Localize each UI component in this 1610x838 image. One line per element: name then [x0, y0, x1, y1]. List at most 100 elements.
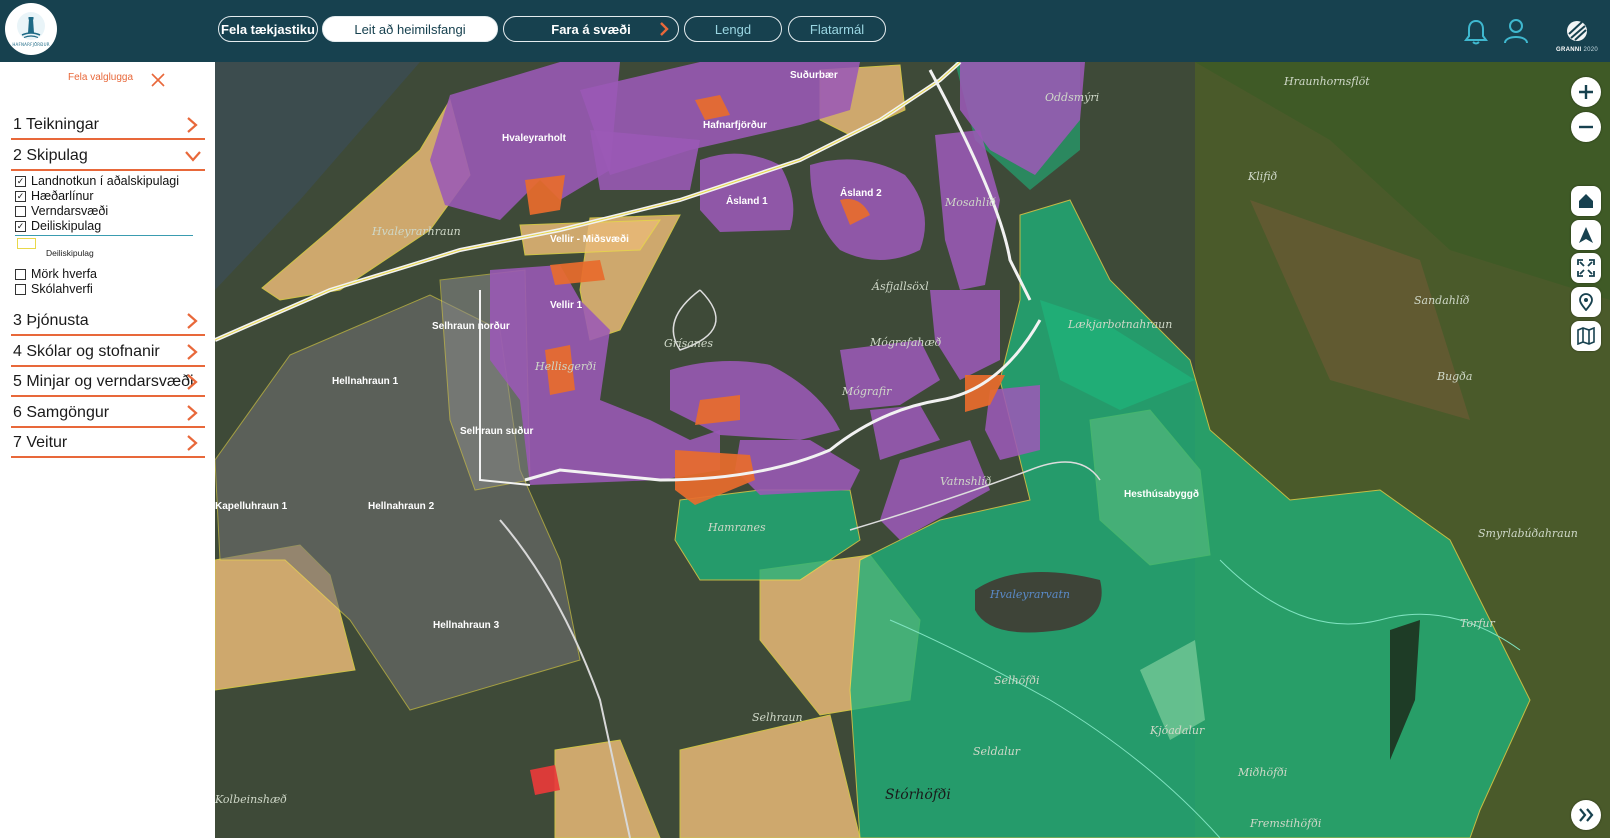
menu-item-samgongur[interactable]: 6 Samgöngur [11, 401, 205, 428]
layer-label: Deiliskipulag [31, 219, 102, 233]
user-icon[interactable] [1503, 18, 1529, 44]
measure-area-button[interactable]: Flatarmál [788, 16, 886, 42]
residential-zone [590, 130, 700, 190]
chevron-down-icon [185, 151, 201, 162]
place-name: Lækjarbotnahraun [1067, 318, 1172, 331]
basemap-button[interactable] [1571, 321, 1601, 351]
municipality-logo[interactable]: HAFNARFJÖRÐUR [5, 3, 57, 55]
chevron-right-icon [187, 344, 198, 360]
zoom-in-button[interactable] [1571, 77, 1601, 107]
brand-name: GRANNI [1556, 47, 1582, 53]
zoom-out-button[interactable] [1571, 112, 1601, 142]
checkbox-checked[interactable]: ✓ [15, 221, 26, 232]
expand-panel-button[interactable] [1571, 800, 1601, 830]
place-name: Sandahlíð [1414, 294, 1470, 307]
map-label: Vellir - Miðsvæði [550, 233, 629, 245]
place-name: Fremstihöfði [1249, 817, 1321, 830]
chevron-right-icon [187, 117, 198, 133]
place-name: Ásfjallsöxl [871, 279, 929, 293]
chevron-right-icon [187, 313, 198, 329]
menu-item-label: 6 Samgöngur [13, 404, 110, 421]
checkbox-unchecked[interactable] [15, 206, 26, 217]
map-icon [1577, 327, 1595, 345]
place-name: Bugða [1436, 370, 1472, 383]
go-to-area-label: Fara á svæði [551, 21, 631, 37]
fullscreen-button[interactable] [1571, 253, 1601, 283]
menu-item-minjar[interactable]: 5 Minjar og verndarsvæði [11, 370, 205, 397]
menu-item-label: 5 Minjar og verndarsvæði [13, 373, 194, 390]
checkbox-unchecked[interactable] [15, 284, 26, 295]
layer-label: Landnotkun í aðalskipulagi [31, 174, 180, 188]
go-to-area-button[interactable]: Fara á svæði [503, 16, 679, 42]
menu-item-label: 2 Skipulag [13, 147, 88, 164]
layer-mork-hverfa[interactable]: Mörk hverfa [15, 267, 205, 282]
home-icon [1579, 194, 1593, 208]
logo-text: HAFNARFJÖRÐUR [12, 42, 50, 47]
map-label: Ásland 2 [840, 186, 882, 199]
map-label: Hesthúsabyggð [1124, 488, 1199, 500]
place-name: Vatnshlíð [940, 475, 992, 488]
chevron-right-icon [187, 374, 198, 390]
menu-item-label: 3 Þjónusta [13, 312, 89, 329]
place-name: Selhraun [752, 711, 803, 724]
place-name: Hamranes [707, 521, 766, 534]
place-name: Torfur [1460, 617, 1496, 630]
top-bar: HAFNARFJÖRÐUR Fela tækjastiku Leit að he… [0, 0, 1610, 62]
checkbox-checked[interactable]: ✓ [15, 191, 26, 202]
close-icon[interactable] [150, 72, 166, 88]
menu-item-skipulag[interactable]: 2 Skipulag [11, 144, 205, 171]
minus-icon [1579, 125, 1593, 129]
legend-label: Deiliskipulag [46, 248, 94, 258]
layer-label: Mörk hverfa [31, 267, 97, 281]
place-name: Hraunhornsflöt [1283, 75, 1370, 88]
menu-item-veitur[interactable]: 7 Veitur [11, 431, 205, 458]
hide-toolbar-button[interactable]: Fela tækjastiku [218, 16, 318, 42]
navigation-arrow-icon [1579, 227, 1593, 243]
place-name: Kolbeinshæð [215, 793, 287, 806]
checkbox-checked[interactable]: ✓ [15, 176, 26, 187]
map-canvas[interactable]: Hvaleyrarholt Suðurbær Hafnarfjörður Ásl… [215, 62, 1610, 838]
place-name: Smyrlabúðahraun [1478, 527, 1578, 540]
menu-item-label: 1 Teikningar [13, 116, 99, 133]
legend-divider [15, 235, 193, 236]
place-name: Oddsmýri [1045, 91, 1099, 104]
bell-icon[interactable] [1464, 18, 1488, 46]
address-search-input[interactable]: Leit að heimilsfangi [322, 16, 498, 42]
place-name: Seldalur [973, 745, 1021, 758]
menu-item-skolar[interactable]: 4 Skólar og stofnanir [11, 340, 205, 367]
measure-length-button[interactable]: Lengd [684, 16, 782, 42]
menu-item-thjonusta[interactable]: 3 Þjónusta [11, 309, 205, 336]
layer-verndarsvaedi[interactable]: Verndarsvæði [15, 204, 205, 219]
home-button[interactable] [1571, 186, 1601, 216]
layer-landnotkun[interactable]: ✓ Landnotkun í aðalskipulagi [15, 174, 205, 189]
place-name: Klifið [1247, 170, 1278, 183]
place-name: Grísanes [664, 337, 713, 350]
place-name: Hvaleyrarvatn [989, 588, 1070, 601]
map-label: Suðurbær [790, 69, 838, 81]
layer-skolahverfi[interactable]: Skólahverfi [15, 282, 205, 297]
hide-panel-link[interactable]: Fela valglugga [68, 72, 133, 83]
legend-swatch [17, 238, 36, 249]
deiliskipulag-legend: Deiliskipulag [15, 238, 205, 262]
map-label: Ásland 1 [726, 194, 768, 207]
brand-year: 2020 [1583, 47, 1598, 53]
fullscreen-icon [1577, 259, 1595, 277]
chevron-right-icon [187, 435, 198, 451]
map-label: Vellir 1 [550, 300, 583, 311]
map-label: Hvaleyrarholt [502, 133, 567, 144]
granni-logo-icon [1567, 21, 1587, 41]
chevron-right-icon [187, 405, 198, 421]
menu-item-label: 7 Veitur [13, 434, 68, 451]
map-label: Selhraun norður [432, 320, 510, 332]
map-svg[interactable]: Hvaleyrarholt Suðurbær Hafnarfjörður Ásl… [215, 62, 1610, 838]
checkbox-unchecked[interactable] [15, 269, 26, 280]
layer-deiliskipulag[interactable]: ✓ Deiliskipulag [15, 219, 205, 234]
navigate-button[interactable] [1571, 220, 1601, 250]
place-name: Kjóadalur [1149, 724, 1205, 737]
map-label: Hellnahraun 3 [433, 620, 500, 631]
layer-label: Verndarsvæði [31, 204, 109, 218]
layer-haedarlinur[interactable]: ✓ Hæðarlínur [15, 189, 205, 204]
granni-brand: GRANNI 2020 [1555, 20, 1599, 58]
menu-item-teikningar[interactable]: 1 Teikningar [11, 113, 205, 140]
location-button[interactable] [1571, 287, 1601, 317]
